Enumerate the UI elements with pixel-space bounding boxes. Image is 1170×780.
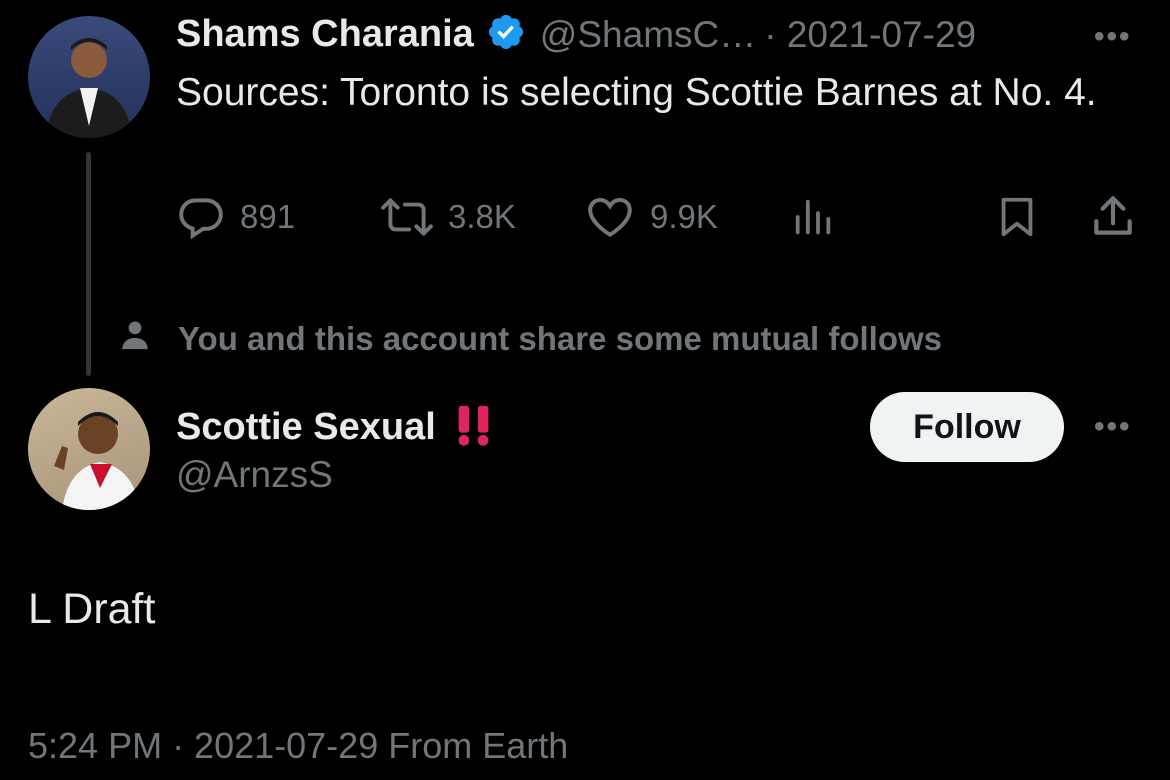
reply-tweet-text: L Draft (28, 585, 156, 633)
reply-count: 891 (240, 198, 296, 235)
reply-icon (176, 192, 226, 242)
reply-timestamp[interactable]: 5:24 PM · 2021-07-29 From Earth (28, 725, 568, 767)
retweet-button[interactable]: 3.8K (380, 190, 516, 244)
thread-line (86, 152, 91, 376)
views-icon (790, 192, 836, 242)
bookmark-button[interactable] (994, 190, 1040, 244)
like-button[interactable]: 9.9K (584, 190, 718, 244)
like-icon (584, 192, 636, 242)
mutual-follows-notice: You and this account share some mutual f… (118, 318, 942, 360)
mutual-follows-text: You and this account share some mutual f… (178, 320, 943, 357)
share-button[interactable] (1088, 190, 1138, 244)
reply-button[interactable]: 891 (176, 190, 295, 244)
scottie-more-icon[interactable]: ••• (1094, 410, 1132, 444)
retweet-icon (380, 192, 434, 242)
double-exclamation-icon (452, 402, 496, 453)
follow-button[interactable]: Follow (870, 392, 1064, 462)
shams-handle[interactable]: @ShamsC… (540, 14, 756, 56)
shams-more-icon[interactable]: ••• (1094, 20, 1132, 54)
person-icon (118, 318, 152, 360)
retweet-count: 3.8K (448, 198, 516, 235)
shams-avatar[interactable] (28, 16, 150, 138)
like-count: 9.9K (650, 198, 718, 235)
scottie-handle[interactable]: @ArnzsS (176, 454, 333, 496)
views-button[interactable] (790, 190, 836, 244)
shams-name[interactable]: Shams Charania (176, 13, 474, 56)
scottie-header: Scottie Sexual (176, 402, 496, 453)
verified-badge-icon (486, 12, 526, 57)
shams-header: Shams Charania @ShamsC… · 2021-07-29 (176, 12, 976, 57)
scottie-avatar[interactable] (28, 388, 150, 510)
bookmark-icon (994, 192, 1040, 242)
share-icon (1088, 192, 1138, 242)
shams-tweet-text: Sources: Toronto is selecting Scottie Ba… (176, 71, 1097, 114)
shams-date[interactable]: · 2021-07-29 (764, 14, 976, 56)
scottie-name[interactable]: Scottie Sexual (176, 406, 436, 449)
